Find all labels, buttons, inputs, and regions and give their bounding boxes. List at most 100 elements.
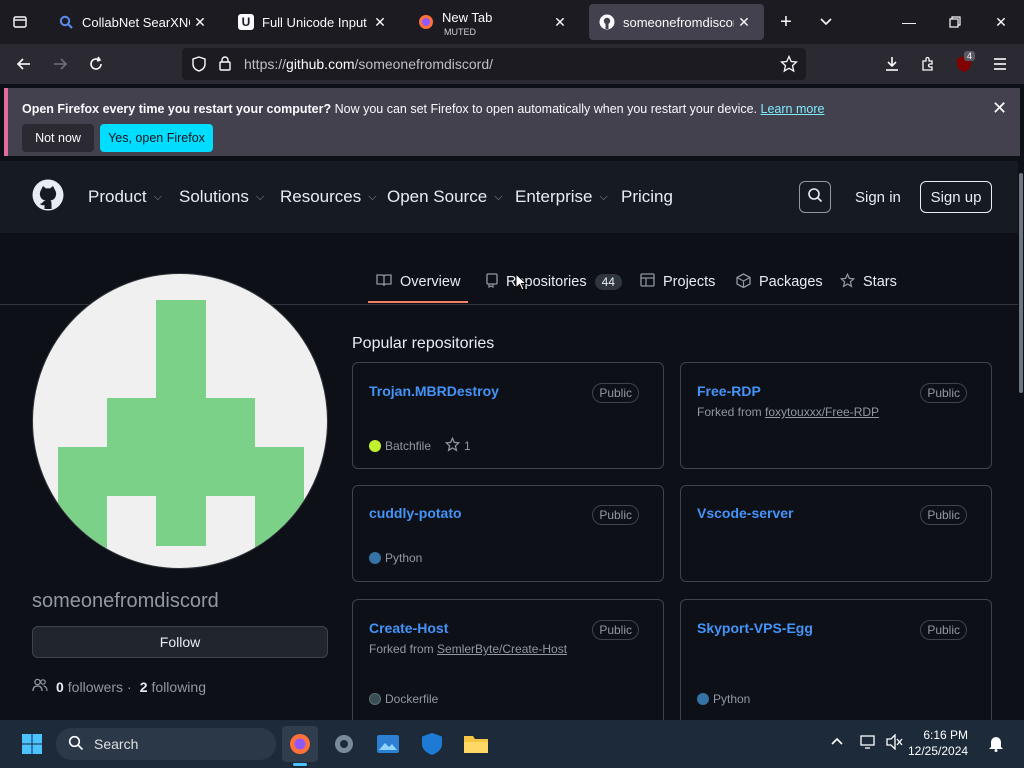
search-button[interactable] xyxy=(799,181,831,213)
follower-stats: 0 followers · 2 following xyxy=(32,678,206,695)
people-icon xyxy=(32,678,48,695)
close-notification-icon[interactable]: ✕ xyxy=(992,98,1007,119)
repo-card: Free-RDP Public Forked from foxytouxxx/F… xyxy=(680,362,992,469)
nav-enterprise[interactable]: Enterprise ⌵ xyxy=(515,187,608,207)
language-color-dot xyxy=(369,693,381,705)
chevron-down-icon[interactable] xyxy=(803,0,849,44)
file-explorer-icon[interactable] xyxy=(458,726,494,762)
forward-arrow-icon[interactable] xyxy=(44,48,76,80)
following-link[interactable]: following xyxy=(152,679,206,695)
github-icon xyxy=(599,14,615,30)
package-icon xyxy=(736,273,751,291)
sign-up-button[interactable]: Sign up xyxy=(920,181,992,213)
visibility-badge: Public xyxy=(592,620,639,640)
tab-stars[interactable]: Stars xyxy=(839,272,897,291)
repo-name-link[interactable]: Vscode-server xyxy=(697,505,794,521)
minimize-icon[interactable]: — xyxy=(886,0,932,44)
tab-unicode-input[interactable]: U Full Unicode Input utili ✕ xyxy=(228,4,400,40)
repo-language: Python xyxy=(369,551,422,565)
tab-overview[interactable]: Overview xyxy=(376,273,460,290)
learn-more-link[interactable]: Learn more xyxy=(761,102,825,116)
settings-gear-icon[interactable] xyxy=(326,726,362,762)
restore-icon[interactable] xyxy=(932,0,978,44)
nav-solutions[interactable]: Solutions ⌵ xyxy=(179,187,264,207)
notification-bell-icon[interactable] xyxy=(988,734,1004,755)
tab-projects[interactable]: Projects xyxy=(640,273,715,290)
followers-link[interactable]: followers xyxy=(68,679,123,695)
repo-language: Python xyxy=(697,692,750,706)
tab-title: Full Unicode Input utili xyxy=(262,14,370,30)
hamburger-menu-icon[interactable] xyxy=(984,48,1016,80)
address-bar[interactable]: https://github.com/someonefromdiscord/ xyxy=(182,48,806,80)
volume-muted-icon[interactable] xyxy=(886,733,904,753)
close-tab-icon[interactable]: ✕ xyxy=(370,14,390,31)
taskbar-search[interactable]: Search xyxy=(56,728,276,760)
clock-time: 6:16 PM xyxy=(923,728,969,742)
close-window-icon[interactable]: ✕ xyxy=(978,0,1024,44)
list-all-tabs-icon[interactable] xyxy=(0,0,40,44)
star-bookmark-icon[interactable] xyxy=(779,54,799,76)
tab-packages[interactable]: Packages xyxy=(736,273,823,291)
chevron-down-icon: ⌵ xyxy=(599,190,608,203)
repo-name-link[interactable]: Trojan.MBRDestroy xyxy=(369,383,499,399)
repo-language: Dockerfile xyxy=(369,692,438,706)
repo-name-link[interactable]: Skyport-VPS-Egg xyxy=(697,620,813,636)
github-header: Product ⌵ Solutions ⌵ Resources ⌵ Open Sour… xyxy=(0,161,1018,233)
follow-button[interactable]: Follow xyxy=(32,626,328,658)
url-text: https://github.com/someonefromdiscord/ xyxy=(244,56,494,72)
lock-icon[interactable] xyxy=(218,55,232,74)
repo-name-link[interactable]: cuddly-potato xyxy=(369,505,462,521)
repo-name-link[interactable]: Free-RDP xyxy=(697,383,761,399)
tab-github-profile[interactable]: someonefromdiscord ✕ xyxy=(589,4,764,40)
tab-searxng[interactable]: CollabNet SearXNG ✕ xyxy=(48,4,220,40)
forked-from-text: Forked from SemlerByte/Create-Host xyxy=(369,642,568,656)
repo-stars[interactable]: 1 xyxy=(444,436,471,455)
nav-resources[interactable]: Resources ⌵ xyxy=(280,187,377,207)
clock-date: 12/25/2024 xyxy=(908,744,969,758)
downloads-icon[interactable] xyxy=(876,48,908,80)
system-clock[interactable]: 6:16 PM 12/25/2024 xyxy=(908,727,968,759)
windows-start-icon[interactable] xyxy=(14,726,50,762)
star-icon xyxy=(444,436,461,455)
sign-in-link[interactable]: Sign in xyxy=(855,189,901,206)
stats-separator: · xyxy=(127,678,132,695)
not-now-button[interactable]: Not now xyxy=(22,124,94,152)
repo-count-badge: 44 xyxy=(594,274,622,290)
network-icon[interactable] xyxy=(860,734,878,753)
chevron-up-icon[interactable] xyxy=(830,734,844,751)
forked-from-link[interactable]: foxytouxxx/Free-RDP xyxy=(765,405,879,419)
followers-count[interactable]: 0 xyxy=(56,679,64,695)
visibility-badge: Public xyxy=(920,383,967,403)
repo-icon xyxy=(486,273,498,291)
photos-icon[interactable] xyxy=(370,726,406,762)
search-icon xyxy=(807,187,823,208)
tab-new-tab[interactable]: New Tab MUTED ✕ xyxy=(408,4,580,40)
forked-from-link[interactable]: SemlerByte/Create-Host xyxy=(437,642,567,656)
scrollbar-thumb[interactable] xyxy=(1019,173,1023,393)
tab-repositories[interactable]: Repositories 44 xyxy=(486,273,622,291)
ublock-icon[interactable]: 4 xyxy=(948,48,980,80)
shield-icon[interactable] xyxy=(191,56,207,75)
avatar[interactable] xyxy=(32,273,328,569)
close-tab-icon[interactable]: ✕ xyxy=(734,14,754,31)
windows-security-icon[interactable] xyxy=(414,726,450,762)
chevron-down-icon: ⌵ xyxy=(153,190,162,203)
unicode-icon: U xyxy=(238,14,254,30)
page-scrollbar[interactable] xyxy=(1018,161,1024,720)
nav-pricing[interactable]: Pricing xyxy=(621,187,673,207)
firefox-taskbar-icon[interactable] xyxy=(282,726,318,766)
extensions-icon[interactable] xyxy=(912,48,944,80)
close-tab-icon[interactable]: ✕ xyxy=(550,14,570,31)
following-count[interactable]: 2 xyxy=(140,679,148,695)
tab-title: someonefromdiscord xyxy=(623,14,734,30)
repo-name-link[interactable]: Create-Host xyxy=(369,620,448,636)
active-app-indicator xyxy=(293,763,307,766)
github-logo-icon[interactable] xyxy=(32,179,64,211)
close-tab-icon[interactable]: ✕ xyxy=(190,14,210,31)
nav-product[interactable]: Product ⌵ xyxy=(88,187,162,207)
yes-open-firefox-button[interactable]: Yes, open Firefox xyxy=(100,124,213,152)
back-arrow-icon[interactable] xyxy=(8,48,40,80)
default-browser-notification: Open Firefox every time you restart your… xyxy=(4,88,1020,156)
nav-open-source[interactable]: Open Source ⌵ xyxy=(387,187,503,207)
reload-icon[interactable] xyxy=(80,48,112,80)
